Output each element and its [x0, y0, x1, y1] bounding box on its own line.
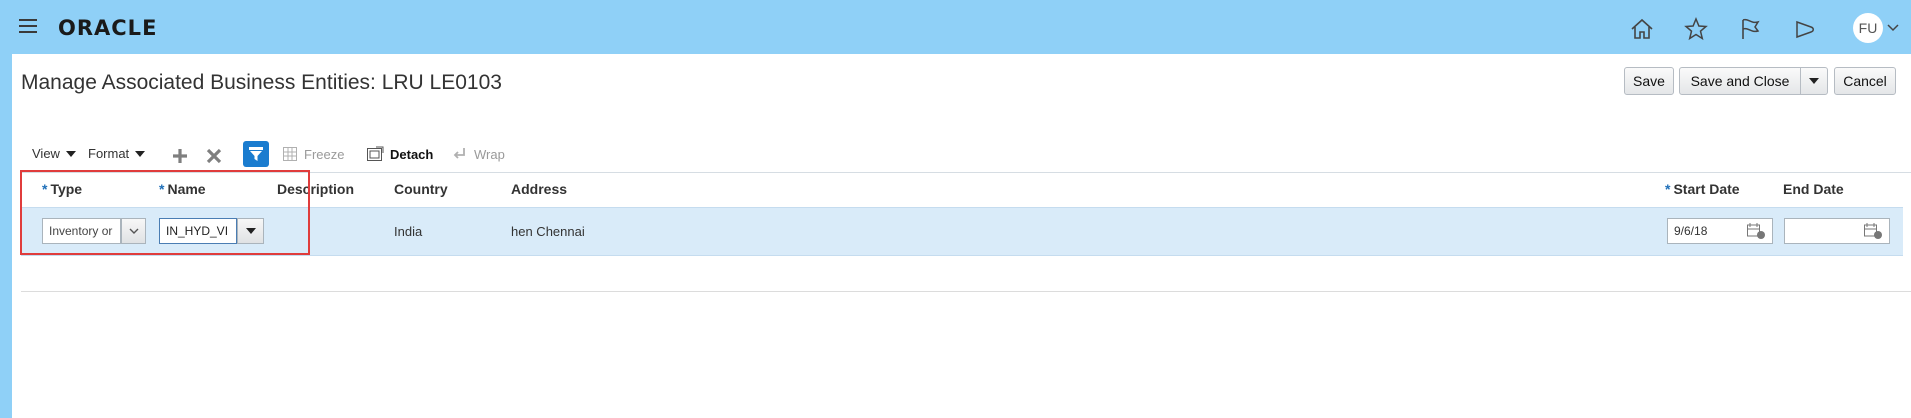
highlight-annotation-box	[20, 170, 310, 255]
watchlist-icon[interactable]	[1792, 16, 1818, 42]
detach-icon	[367, 146, 384, 161]
calendar-icon[interactable]	[1863, 222, 1883, 240]
caret-down-icon	[1809, 78, 1819, 84]
view-menu[interactable]: View	[32, 146, 76, 161]
required-marker: *	[1665, 181, 1671, 197]
detach-button[interactable]: Detach	[366, 146, 433, 162]
home-icon[interactable]	[1629, 16, 1655, 42]
freeze-button[interactable]: Freeze	[282, 146, 344, 162]
address-cell: hen Chennai	[511, 224, 585, 239]
save-button[interactable]: Save	[1624, 67, 1674, 95]
add-row-icon[interactable]	[171, 147, 189, 165]
column-header-start-date-label: Start Date	[1673, 181, 1740, 197]
table-bottom-border	[21, 291, 1911, 292]
favorites-star-icon[interactable]	[1683, 16, 1709, 42]
wrap-button[interactable]: Wrap	[452, 146, 505, 162]
column-header-start-date[interactable]: * Start Date	[1665, 181, 1740, 197]
global-header: ORACLE FU	[0, 0, 1911, 54]
wrap-label: Wrap	[474, 146, 505, 162]
format-menu[interactable]: Format	[88, 146, 146, 161]
detach-label: Detach	[390, 146, 434, 162]
chevron-down-icon[interactable]	[1887, 22, 1899, 32]
save-and-close-menu-button[interactable]	[1800, 67, 1828, 95]
caret-down-icon	[135, 150, 146, 157]
format-menu-label: Format	[88, 146, 130, 161]
query-by-example-button[interactable]	[243, 141, 269, 167]
column-header-address[interactable]: Address	[511, 181, 567, 197]
country-cell: India	[394, 224, 423, 239]
freeze-label: Freeze	[304, 146, 345, 162]
navigator-menu-icon[interactable]	[19, 19, 37, 33]
save-and-close-label: Save and Close	[1690, 73, 1790, 89]
column-header-end-date[interactable]: End Date	[1783, 181, 1844, 197]
view-menu-label: View	[32, 146, 60, 161]
filter-icon	[249, 147, 263, 161]
wrap-icon	[453, 148, 465, 159]
notifications-flag-icon[interactable]	[1737, 16, 1763, 42]
cancel-button[interactable]: Cancel	[1834, 67, 1896, 95]
delete-row-icon[interactable]	[205, 147, 223, 165]
freeze-icon	[283, 147, 297, 161]
user-avatar[interactable]: FU	[1853, 13, 1883, 43]
save-and-close-button[interactable]: Save and Close	[1679, 67, 1801, 95]
calendar-icon[interactable]	[1746, 222, 1766, 240]
page-title: Manage Associated Business Entities: LRU…	[21, 71, 502, 94]
caret-down-icon	[65, 150, 76, 157]
oracle-logo: ORACLE	[58, 16, 158, 40]
column-header-country[interactable]: Country	[394, 181, 448, 197]
